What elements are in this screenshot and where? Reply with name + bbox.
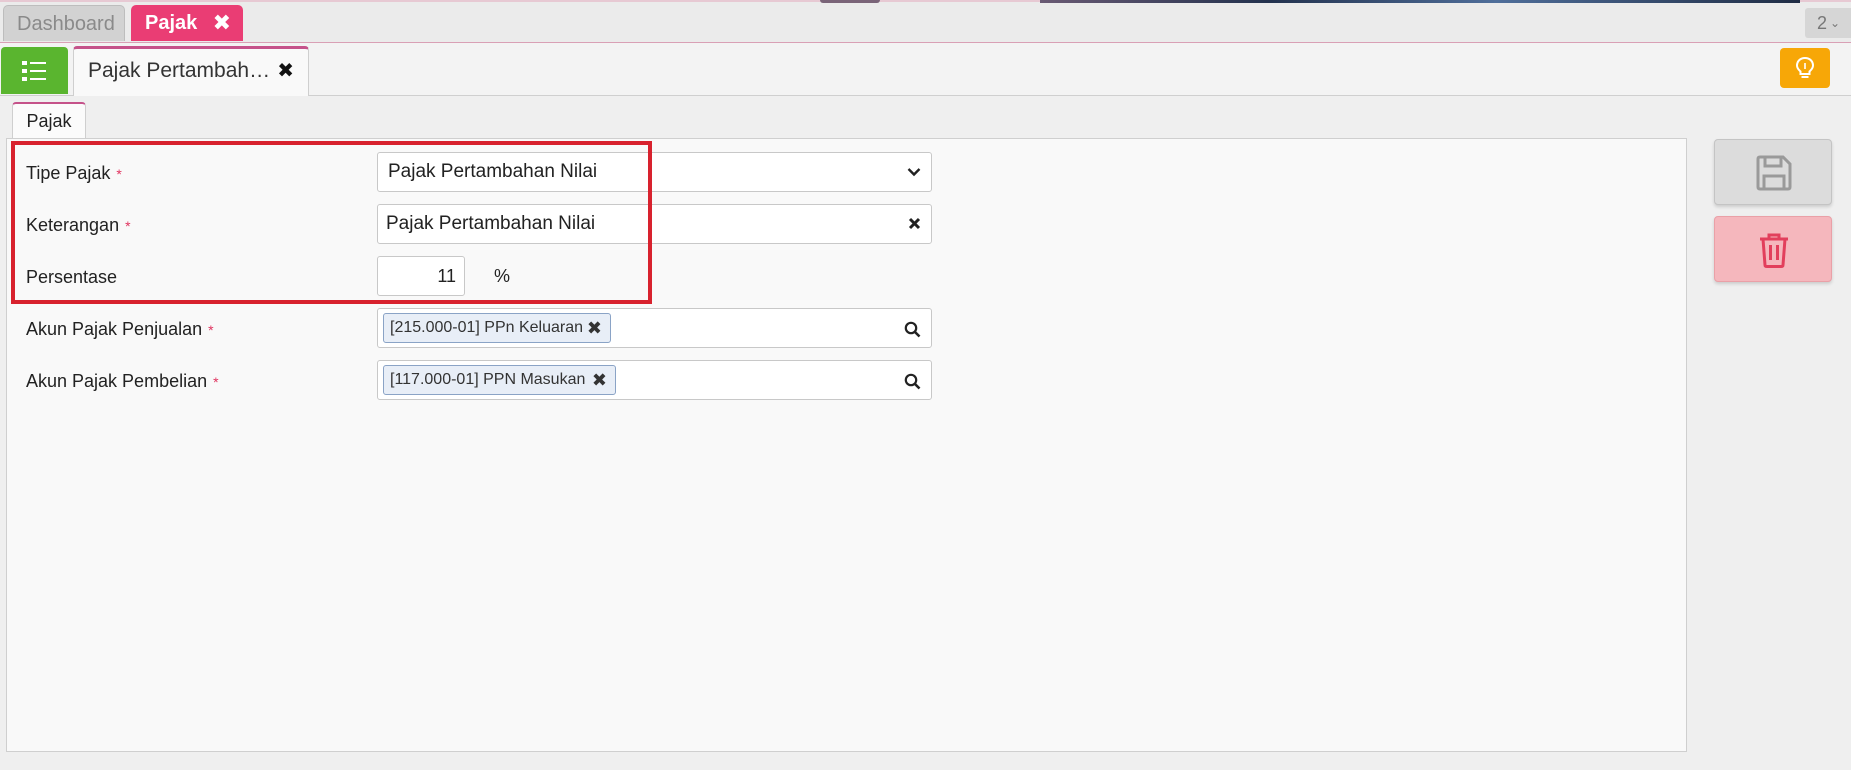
akun-pembelian-label: Akun Pajak Pembelian * [26,368,219,394]
top-tab-bar: Dashboard Pajak ✖ 2 ⌄ [0,0,1851,43]
tab-pajak-pertambahan-label: Pajak Pertambah… [88,59,271,82]
window-counter-dropdown[interactable]: 2 ⌄ [1805,8,1851,38]
required-marker: * [213,374,219,390]
floppy-disk-icon [1756,155,1792,191]
chevron-down-icon: ⌄ [1830,16,1841,30]
tipe-pajak-label: Tipe Pajak * [26,160,122,186]
list-view-button[interactable] [1,47,68,94]
help-hint-button[interactable] [1780,48,1830,88]
tab-dashboard-label: Dashboard [17,13,115,35]
akun-pembelian-label-text: Akun Pajak Pembelian [26,371,208,391]
akun-penjualan-label: Akun Pajak Penjualan * [26,316,214,342]
banner-image [1040,0,1800,3]
persentase-label: Persentase [26,264,117,290]
tab-pajak-label: Pajak [145,12,198,34]
keterangan-label: Keterangan * [26,212,131,238]
akun-pembelian-lookup[interactable]: [117.000-01] PPN Masukan ✖ [377,360,932,400]
akun-penjualan-label-text: Akun Pajak Penjualan [26,319,203,339]
akun-penjualan-chip: [215.000-01] PPn Keluaran ✖ [383,313,611,343]
keterangan-label-text: Keterangan [26,215,120,235]
clear-x-icon[interactable] [908,217,921,230]
remove-chip-icon[interactable]: ✖ [587,314,602,342]
tab-pajak[interactable]: Pajak ✖ [131,5,243,41]
persentase-value: 11 [437,266,456,286]
delete-button[interactable] [1714,216,1832,282]
tab-dashboard[interactable]: Dashboard [3,5,125,41]
required-marker: * [125,218,131,234]
required-marker: * [116,166,122,182]
document-tab-bar: Pajak Pertambah… ✖ [0,43,1851,96]
required-marker: * [208,322,214,338]
trash-icon [1760,233,1788,268]
list-icon [22,61,46,81]
tipe-pajak-select[interactable]: Pajak Pertambahan Nilai [377,152,932,192]
tipe-pajak-value: Pajak Pertambahan Nilai [388,161,598,182]
persentase-label-text: Persentase [26,267,118,287]
tab-pajak-pertambahan-close-icon[interactable]: ✖ [277,49,294,93]
window-counter-value: 2 [1817,13,1828,33]
form-panel: Tipe Pajak * Pajak Pertambahan Nilai Kete… [6,138,1687,752]
akun-penjualan-chip-text: [215.000-01] PPn Keluaran [390,319,584,336]
section-tab-pajak[interactable]: Pajak [12,102,86,140]
banner-decoration [820,0,880,3]
percent-unit: % [494,266,511,286]
lightbulb-icon [1795,57,1815,78]
tab-pajak-close-icon[interactable]: ✖ [213,5,231,41]
keterangan-value: Pajak Pertambahan Nilai [386,213,596,234]
search-icon[interactable] [904,321,921,338]
akun-penjualan-lookup[interactable]: [215.000-01] PPn Keluaran ✖ [377,308,932,348]
persentase-input[interactable]: 11 [377,256,465,296]
remove-chip-icon[interactable]: ✖ [592,366,607,394]
section-tab-label: Pajak [26,111,72,131]
chevron-down-icon [907,168,921,177]
akun-pembelian-chip-text: [117.000-01] PPN Masukan [390,371,586,388]
akun-pembelian-chip: [117.000-01] PPN Masukan ✖ [383,365,616,395]
tab-pajak-pertambahan[interactable]: Pajak Pertambah… ✖ [73,46,309,96]
search-icon[interactable] [904,373,921,390]
tipe-pajak-label-text: Tipe Pajak [26,163,111,183]
keterangan-input[interactable]: Pajak Pertambahan Nilai [377,204,932,244]
save-button[interactable] [1714,139,1832,205]
